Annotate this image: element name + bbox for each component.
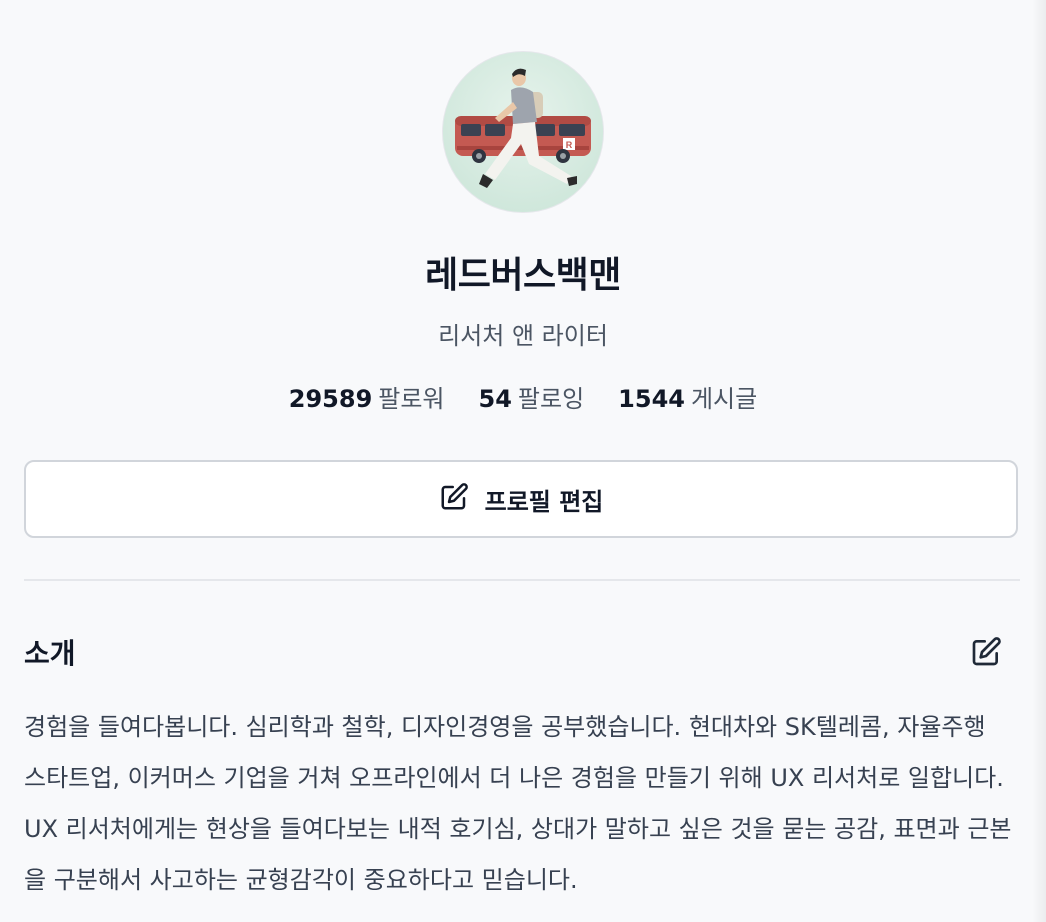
divider: [24, 579, 1020, 581]
stat-followers-label: 팔로워: [378, 385, 445, 413]
avatar: R: [443, 52, 603, 212]
pencil-square-icon: [439, 482, 469, 516]
stat-following-label: 팔로잉: [517, 385, 585, 413]
intro-header: 소개: [24, 632, 1006, 672]
edit-profile-label: 프로필 편집: [484, 487, 604, 516]
intro-body: 경험을 들여다봅니다. 심리학과 철학, 디자인경영을 공부했습니다. 현대차와…: [24, 713, 1012, 894]
svg-text:R: R: [566, 140, 573, 150]
bus-walker-illustration: R: [443, 52, 603, 212]
edit-profile-button[interactable]: 프로필 편집: [24, 460, 1018, 538]
stat-posts[interactable]: 1544 게시글: [618, 379, 757, 414]
pencil-square-icon: [972, 637, 1001, 666]
profile-name: 레드버스백맨: [425, 255, 621, 296]
profile-header: R 레드버스백맨 리서처 앤 라이터 29589 팔로워 54 팔로잉 1544 게시…: [0, 0, 1046, 414]
stat-following-count: 54: [478, 385, 512, 413]
scrollbar-track: [1032, 0, 1046, 922]
profile-stats: 29589 팔로워 54 팔로잉 1544 게시글: [289, 379, 757, 414]
stat-posts-count: 1544: [618, 385, 685, 413]
edit-intro-button[interactable]: [966, 632, 1006, 672]
stat-followers-count: 29589: [288, 385, 373, 413]
stat-posts-label: 게시글: [690, 385, 758, 413]
stat-followers[interactable]: 29589 팔로워: [289, 379, 445, 414]
profile-role: 리서처 앤 라이터: [438, 322, 608, 350]
intro-title: 소개: [24, 637, 76, 670]
stat-following[interactable]: 54 팔로잉: [479, 379, 585, 414]
